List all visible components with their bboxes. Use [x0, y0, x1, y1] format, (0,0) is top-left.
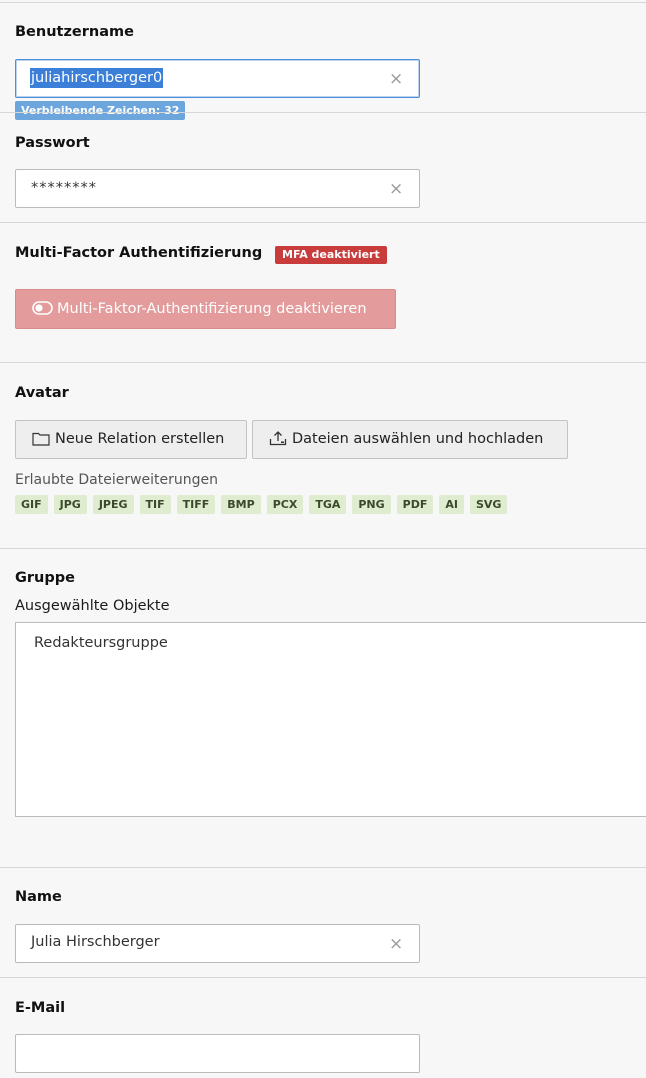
folder-icon [32, 432, 50, 446]
upload-files-label: Dateien auswählen und hochladen [292, 431, 544, 447]
close-icon[interactable]: × [389, 936, 403, 953]
email-label: E-Mail [15, 1000, 66, 1016]
list-item[interactable]: Redakteursgruppe [34, 635, 168, 651]
divider [0, 867, 646, 868]
username-label: Benutzername [15, 24, 134, 40]
upload-files-button[interactable]: Dateien auswählen und hochladen [252, 420, 568, 459]
remaining-chars-badge: Verbleibende Zeichen: 32 [15, 101, 186, 120]
group-label: Gruppe [15, 570, 75, 586]
mfa-status-badge: MFA deaktiviert [275, 246, 387, 264]
mfa-label: Multi-Factor Authentifizierung [15, 245, 263, 261]
allowed-extensions-label: Erlaubte Dateierweiterungen [15, 472, 219, 488]
mfa-deactivate-label: Multi-Faktor-Authentifizierung deaktivie… [57, 301, 367, 317]
name-label: Name [15, 889, 62, 905]
divider [0, 548, 646, 549]
group-selected-list[interactable]: Redakteursgruppe [15, 622, 646, 817]
extension-badge: JPG [53, 495, 87, 514]
extension-badge: SVG [469, 495, 508, 514]
extension-badge: PNG [352, 495, 391, 514]
divider [0, 977, 646, 978]
extension-list: GIF JPG JPEG TIF TIFF BMP PCX TGA PNG PDF AI SVG [15, 495, 508, 514]
password-label: Passwort [15, 135, 90, 151]
close-icon[interactable]: × [389, 71, 403, 88]
divider [0, 112, 646, 113]
password-input[interactable]: ******** × [15, 169, 420, 208]
extension-badge: AI [439, 495, 464, 514]
extension-badge: GIF [15, 495, 48, 514]
email-input[interactable] [15, 1034, 420, 1073]
extension-badge: BMP [221, 495, 261, 514]
selected-objects-label: Ausgewählte Objekte [15, 598, 170, 614]
username-value: juliahirschberger0 [30, 68, 164, 88]
mfa-deactivate-button[interactable]: Multi-Faktor-Authentifizierung deaktivie… [15, 289, 396, 329]
divider [0, 362, 646, 363]
name-value: Julia Hirschberger [31, 934, 160, 950]
extension-badge: TGA [309, 495, 347, 514]
extension-badge: PDF [396, 495, 434, 514]
new-relation-label: Neue Relation erstellen [55, 431, 225, 447]
extension-badge: TIF [139, 495, 171, 514]
extension-badge: PCX [266, 495, 304, 514]
toggle-off-icon [32, 301, 53, 315]
username-input[interactable]: juliahirschberger0 × [15, 59, 420, 98]
extension-badge: TIFF [176, 495, 216, 514]
close-icon[interactable]: × [389, 181, 403, 198]
divider [0, 2, 646, 3]
extension-badge: JPEG [92, 495, 134, 514]
name-input[interactable]: Julia Hirschberger × [15, 924, 420, 963]
new-relation-button[interactable]: Neue Relation erstellen [15, 420, 247, 459]
password-value: ******** [31, 180, 97, 196]
divider [0, 222, 646, 223]
upload-icon [269, 431, 287, 446]
avatar-label: Avatar [15, 385, 69, 401]
